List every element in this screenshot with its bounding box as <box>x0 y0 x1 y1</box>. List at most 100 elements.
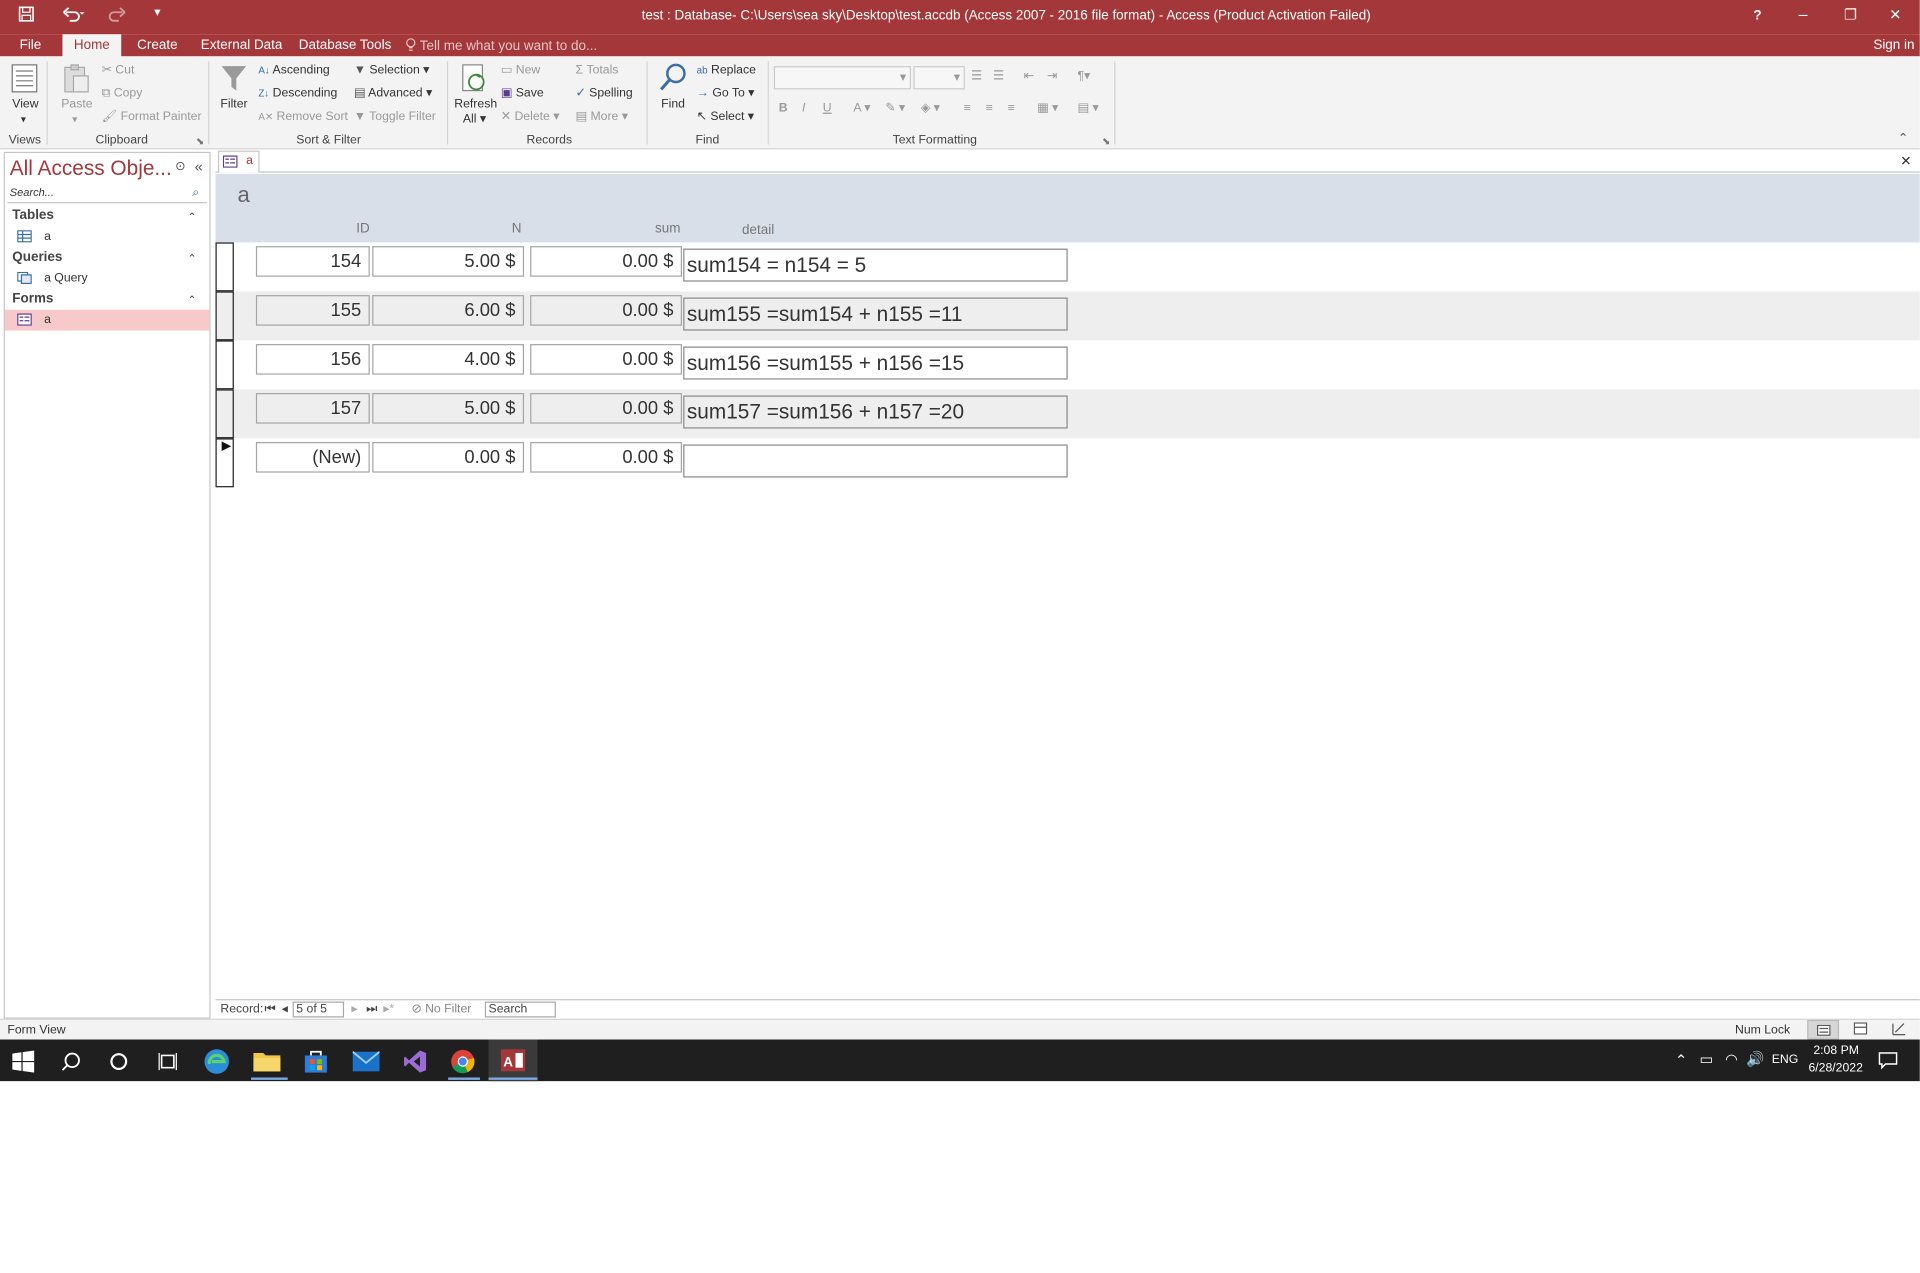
align-left-icon[interactable]: ≡ <box>964 102 971 117</box>
last-record-icon[interactable]: ⏭ <box>366 1003 377 1016</box>
detail-field[interactable] <box>683 444 1068 478</box>
sign-in-link[interactable]: Sign in <box>1873 38 1914 53</box>
toggle-filter-button[interactable]: ▼ Toggle Filter <box>354 110 436 125</box>
first-record-icon[interactable]: ⏮ <box>264 1003 275 1016</box>
font-size-select[interactable]: ▾ <box>913 66 965 90</box>
record-selector[interactable] <box>215 291 234 341</box>
ascending-button[interactable]: A↓ Ascending <box>258 64 329 79</box>
alternate-row-color-icon[interactable]: ▤ ▾ <box>1077 102 1098 117</box>
descending-button[interactable]: Z↓ Descending <box>258 87 337 102</box>
sum-field[interactable]: 0.00 $ <box>530 295 682 326</box>
network-wifi-icon[interactable]: ◠ <box>1725 1051 1738 1068</box>
id-field[interactable]: 156 <box>255 344 370 375</box>
shutter-bar-close-icon[interactable]: « <box>195 158 203 175</box>
clock-date[interactable]: 6/28/2022 <box>1808 1062 1862 1075</box>
minimize-button[interactable]: – <box>1799 5 1808 23</box>
next-record-icon[interactable]: ▸ <box>351 1003 357 1016</box>
format-painter-button[interactable]: 🖌 Format Painter <box>102 110 202 125</box>
more-button[interactable]: ▤ More ▾ <box>575 110 627 125</box>
bullets-icon[interactable]: ☰ <box>971 70 982 85</box>
tab-home[interactable]: Home <box>62 34 122 58</box>
paragraph-direction-icon[interactable]: ¶▾ <box>1077 70 1090 85</box>
undo-icon[interactable] <box>62 6 85 26</box>
edge-browser-icon[interactable] <box>203 1048 230 1075</box>
record-search-input[interactable]: Search <box>484 1001 556 1018</box>
nav-menu-icon[interactable]: ⊙ <box>175 160 185 173</box>
delete-button[interactable]: ✕ Delete ▾ <box>501 110 560 125</box>
align-center-icon[interactable]: ≡ <box>986 102 993 117</box>
nav-pane-title[interactable]: All Access Obje... <box>10 157 172 181</box>
sum-field[interactable]: 0.00 $ <box>530 344 682 375</box>
restore-button[interactable]: ❐ <box>1844 6 1857 23</box>
align-right-icon[interactable]: ≡ <box>1008 102 1015 117</box>
close-document-button[interactable]: ✕ <box>1900 153 1911 169</box>
underline-button[interactable]: U <box>823 102 832 117</box>
detail-field[interactable]: sum157 =sum156 + n157 =20 <box>683 395 1068 429</box>
tab-database-tools[interactable]: Database Tools <box>299 38 392 53</box>
volume-icon[interactable]: 🔊 <box>1746 1051 1764 1068</box>
sum-field[interactable]: 0.00 $ <box>530 246 682 277</box>
notification-center-icon[interactable] <box>1878 1051 1898 1071</box>
cut-button[interactable]: ✂ Cut <box>102 64 135 79</box>
mail-icon[interactable] <box>352 1051 380 1073</box>
n-field[interactable]: 4.00 $ <box>372 344 525 375</box>
tell-me-box[interactable]: Tell me what you want to do... <box>405 38 597 54</box>
remove-sort-button[interactable]: A✕ Remove Sort <box>258 110 348 125</box>
nav-group-tables[interactable]: Tables <box>12 208 54 223</box>
detail-field[interactable]: sum155 =sum154 + n155 =11 <box>683 297 1068 331</box>
filter-button[interactable]: Filter <box>215 62 252 126</box>
decrease-indent-icon[interactable]: ⇤ <box>1024 70 1034 85</box>
record-selector[interactable]: ▶ <box>215 438 234 488</box>
font-name-select[interactable]: ▾ <box>773 66 911 90</box>
totals-button[interactable]: Σ Totals <box>575 64 618 79</box>
language-indicator[interactable]: ENG <box>1772 1053 1799 1066</box>
n-field[interactable]: 5.00 $ <box>372 393 525 424</box>
design-view-button[interactable] <box>1892 1022 1907 1039</box>
nav-group-queries[interactable]: Queries <box>12 250 62 265</box>
layout-view-button[interactable] <box>1853 1022 1868 1038</box>
store-icon[interactable] <box>304 1049 328 1073</box>
increase-indent-icon[interactable]: ⇥ <box>1047 70 1057 85</box>
id-field[interactable]: 155 <box>255 295 370 326</box>
visual-studio-icon[interactable] <box>403 1049 427 1073</box>
close-button[interactable]: ✕ <box>1889 6 1901 23</box>
highlight-icon[interactable]: ✎ ▾ <box>885 102 905 117</box>
document-tab-a[interactable]: a <box>217 150 260 173</box>
n-field[interactable]: 6.00 $ <box>372 295 525 326</box>
save-icon[interactable] <box>18 6 34 26</box>
current-record-input[interactable]: 5 of 5 <box>292 1001 345 1018</box>
go-to-button[interactable]: → Go To ▾ <box>697 87 755 102</box>
collapse-chevron-icon[interactable]: ⌃ <box>187 211 196 224</box>
find-button[interactable]: Find <box>655 62 692 126</box>
search-icon[interactable] <box>61 1052 81 1072</box>
copy-button[interactable]: ⧉ Copy <box>102 87 143 102</box>
search-icon[interactable]: ⌕ <box>192 186 199 199</box>
dialog-launcher-icon[interactable]: ⬊ <box>196 135 204 150</box>
bold-button[interactable]: B <box>779 102 788 117</box>
dialog-launcher-icon[interactable]: ⬊ <box>1102 135 1110 150</box>
spelling-button[interactable]: ✓ Spelling <box>575 87 632 102</box>
taskbar-access-button[interactable]: A <box>488 1039 538 1082</box>
task-view-icon[interactable] <box>158 1052 178 1072</box>
collapse-ribbon-icon[interactable]: ⌃ <box>1898 132 1908 147</box>
nav-item-table-a[interactable]: a <box>5 227 209 248</box>
tab-file[interactable]: File <box>20 38 42 53</box>
windows-start-icon[interactable] <box>12 1050 35 1073</box>
advanced-button[interactable]: ▤ Advanced ▾ <box>354 87 432 102</box>
form-view-button[interactable] <box>1807 1019 1840 1040</box>
save-record-button[interactable]: ▣ Save <box>501 87 544 102</box>
tab-create[interactable]: Create <box>137 38 177 53</box>
numbering-icon[interactable]: ☰ <box>993 70 1004 85</box>
new-record-nav-icon[interactable]: ▸* <box>383 1003 394 1016</box>
chrome-icon[interactable] <box>451 1049 475 1074</box>
new-record-button[interactable]: ▭ New <box>501 64 540 79</box>
nav-item-form-a[interactable]: a <box>4 309 210 331</box>
font-color-icon[interactable]: A ▾ <box>853 102 870 117</box>
nav-group-forms[interactable]: Forms <box>12 291 53 306</box>
select-button[interactable]: ↖ Select ▾ <box>697 110 754 125</box>
id-field[interactable]: (New) <box>255 442 370 473</box>
refresh-all-button[interactable]: Refresh All ▾ <box>453 62 497 126</box>
show-hidden-icons-icon[interactable]: ⌃ <box>1675 1052 1687 1069</box>
record-selector[interactable] <box>215 340 234 390</box>
n-field[interactable]: 0.00 $ <box>372 442 525 473</box>
